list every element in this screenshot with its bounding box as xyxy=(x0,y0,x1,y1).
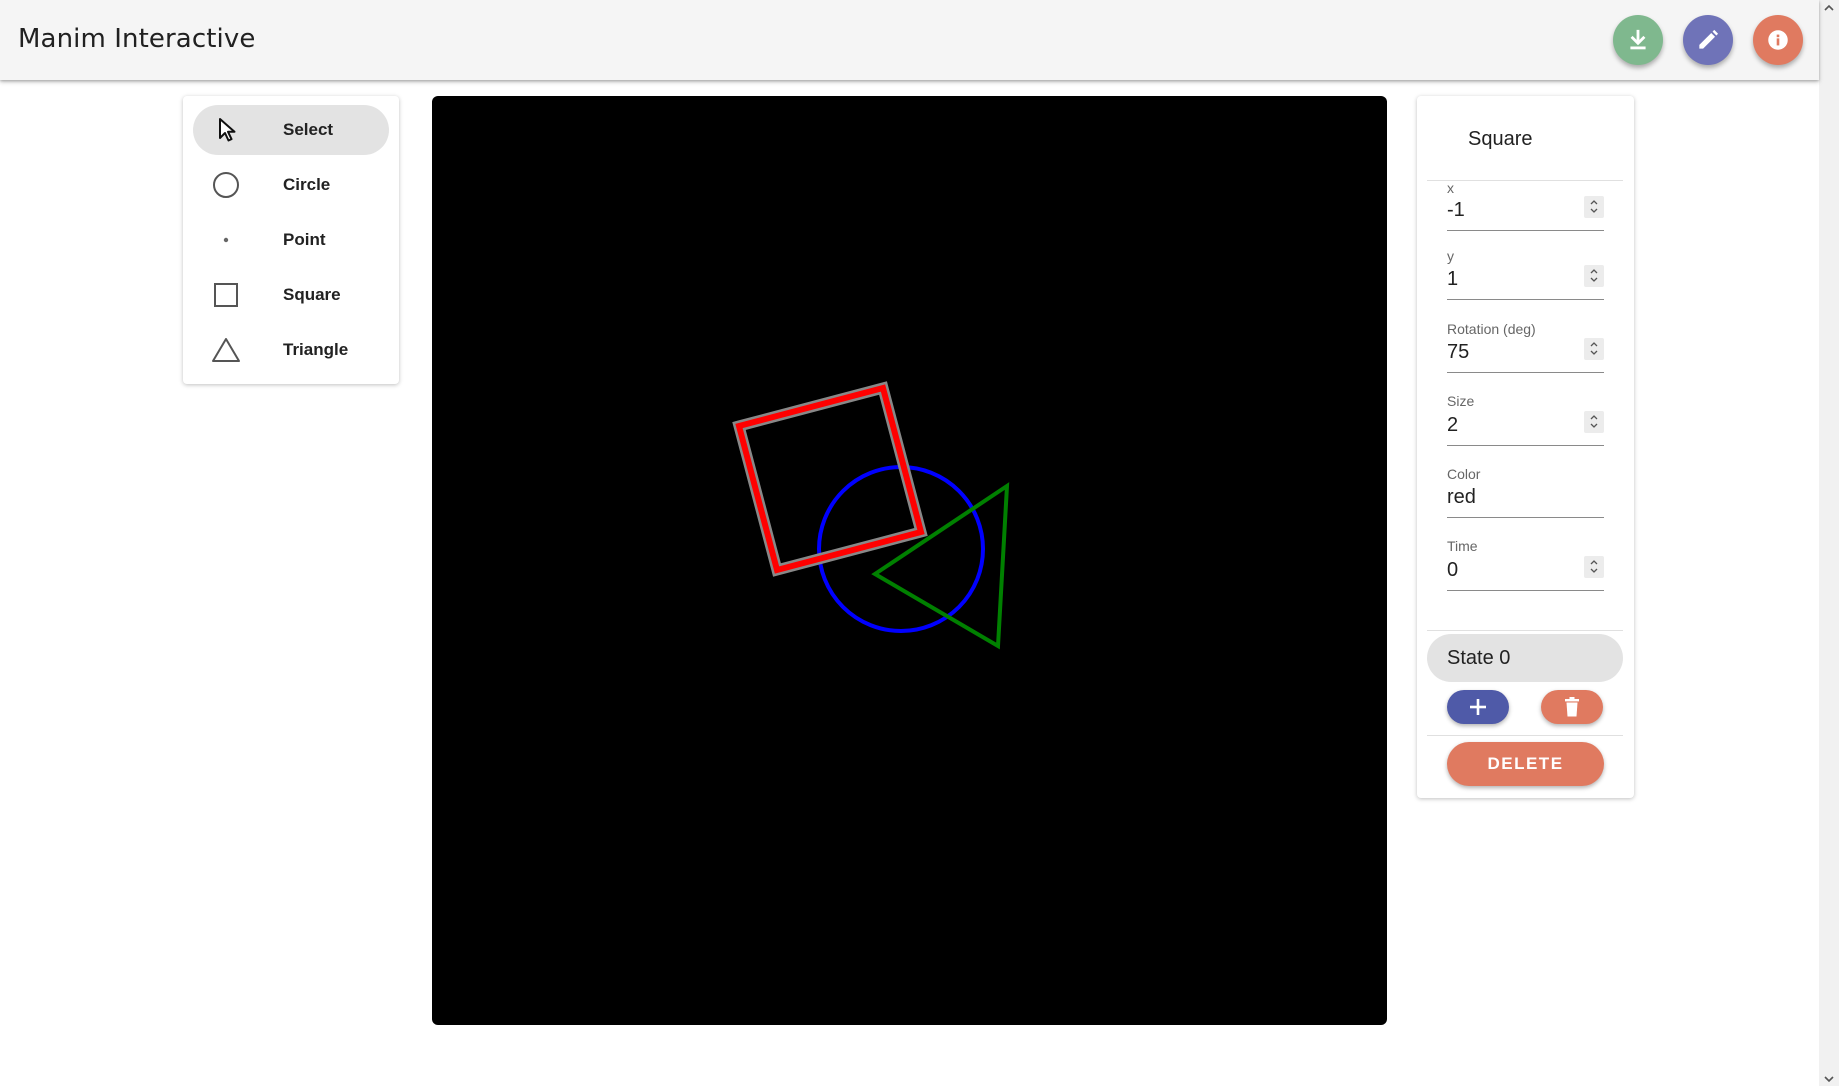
tool-label: Point xyxy=(283,230,326,249)
field-value[interactable]: 0 xyxy=(1447,559,1458,582)
add-state-button[interactable] xyxy=(1447,690,1509,724)
properties-panel: Square x -1 y 1 Rotation (deg) 75 Size 2 xyxy=(1417,96,1634,798)
time-field[interactable]: Time 0 xyxy=(1447,538,1604,594)
tool-select[interactable]: Select xyxy=(193,105,389,155)
field-label: x xyxy=(1447,180,1454,196)
chevron-up-icon[interactable] xyxy=(1589,413,1599,421)
state-label: State 0 xyxy=(1447,647,1511,669)
rotation-field[interactable]: Rotation (deg) 75 xyxy=(1447,321,1604,376)
tool-label: Triangle xyxy=(283,340,349,359)
pencil-icon xyxy=(1699,29,1719,49)
delete-state-button[interactable] xyxy=(1541,690,1603,724)
field-underline xyxy=(1447,230,1604,231)
number-spinner[interactable] xyxy=(1584,265,1604,287)
tool-label: Square xyxy=(283,285,341,304)
scene-svg[interactable] xyxy=(432,96,1387,1025)
field-value[interactable]: 75 xyxy=(1447,341,1469,364)
info-icon xyxy=(1768,30,1788,50)
number-spinner[interactable] xyxy=(1584,556,1604,578)
circle-icon xyxy=(211,170,241,200)
chevron-down-icon[interactable] xyxy=(1589,276,1599,284)
chevron-down-icon[interactable] xyxy=(1589,567,1599,575)
field-underline xyxy=(1447,590,1604,591)
state-chip[interactable]: State 0 xyxy=(1427,634,1623,682)
scene-canvas[interactable] xyxy=(432,96,1387,1025)
plus-icon xyxy=(1470,699,1486,715)
field-label: Time xyxy=(1447,538,1478,554)
field-underline xyxy=(1447,517,1604,518)
download-button[interactable] xyxy=(1613,15,1663,65)
properties-title: Square xyxy=(1468,128,1533,150)
divider xyxy=(1427,630,1623,631)
tool-triangle[interactable]: Triangle xyxy=(193,325,389,375)
info-button[interactable] xyxy=(1753,15,1803,65)
download-icon xyxy=(1630,29,1646,50)
y-field[interactable]: y 1 xyxy=(1447,248,1604,303)
field-value[interactable]: -1 xyxy=(1447,199,1465,222)
chevron-up-icon[interactable] xyxy=(1589,340,1599,348)
tool-label: Select xyxy=(283,120,334,139)
divider xyxy=(1427,735,1623,736)
tool-panel: Select Circle Point Square Triangle xyxy=(183,96,399,384)
chevron-up-icon[interactable] xyxy=(1589,267,1599,275)
size-field[interactable]: Size 2 xyxy=(1447,393,1604,449)
delete-shape-button[interactable]: DELETE xyxy=(1447,742,1604,786)
field-underline xyxy=(1447,372,1604,373)
scroll-up-arrow-icon[interactable] xyxy=(1823,3,1835,13)
number-spinner[interactable] xyxy=(1584,411,1604,433)
color-field[interactable]: Color red xyxy=(1447,466,1604,521)
field-value[interactable]: 2 xyxy=(1447,414,1458,437)
field-label: y xyxy=(1447,248,1454,264)
trash-icon xyxy=(1565,697,1579,717)
field-label: Rotation (deg) xyxy=(1447,321,1536,337)
edit-button[interactable] xyxy=(1683,15,1733,65)
chevron-up-icon[interactable] xyxy=(1589,198,1599,206)
app-bar: Manim Interactive xyxy=(0,0,1819,80)
chevron-up-icon[interactable] xyxy=(1589,558,1599,566)
field-value[interactable]: 1 xyxy=(1447,268,1458,291)
chevron-down-icon[interactable] xyxy=(1589,422,1599,430)
app-title: Manim Interactive xyxy=(18,24,256,54)
tool-label: Circle xyxy=(283,175,331,194)
field-underline xyxy=(1447,445,1604,446)
tool-circle[interactable]: Circle xyxy=(193,160,389,210)
cursor-icon xyxy=(211,115,241,145)
page-scrollbar[interactable] xyxy=(1819,0,1839,1086)
number-spinner[interactable] xyxy=(1584,196,1604,218)
field-label: Size xyxy=(1447,393,1475,409)
point-icon xyxy=(211,225,241,255)
chevron-down-icon[interactable] xyxy=(1589,207,1599,215)
number-spinner[interactable] xyxy=(1584,338,1604,360)
tool-point[interactable]: Point xyxy=(193,215,389,265)
field-underline xyxy=(1447,299,1604,300)
field-label: Color xyxy=(1447,466,1481,482)
scroll-down-arrow-icon[interactable] xyxy=(1823,1074,1835,1084)
triangle-icon xyxy=(211,335,241,365)
chevron-down-icon[interactable] xyxy=(1589,349,1599,357)
tool-square[interactable]: Square xyxy=(193,270,389,320)
x-field[interactable]: x -1 xyxy=(1447,180,1604,231)
square-icon xyxy=(211,280,241,310)
field-value[interactable]: red xyxy=(1447,486,1476,509)
square-shape-outline xyxy=(732,381,928,577)
